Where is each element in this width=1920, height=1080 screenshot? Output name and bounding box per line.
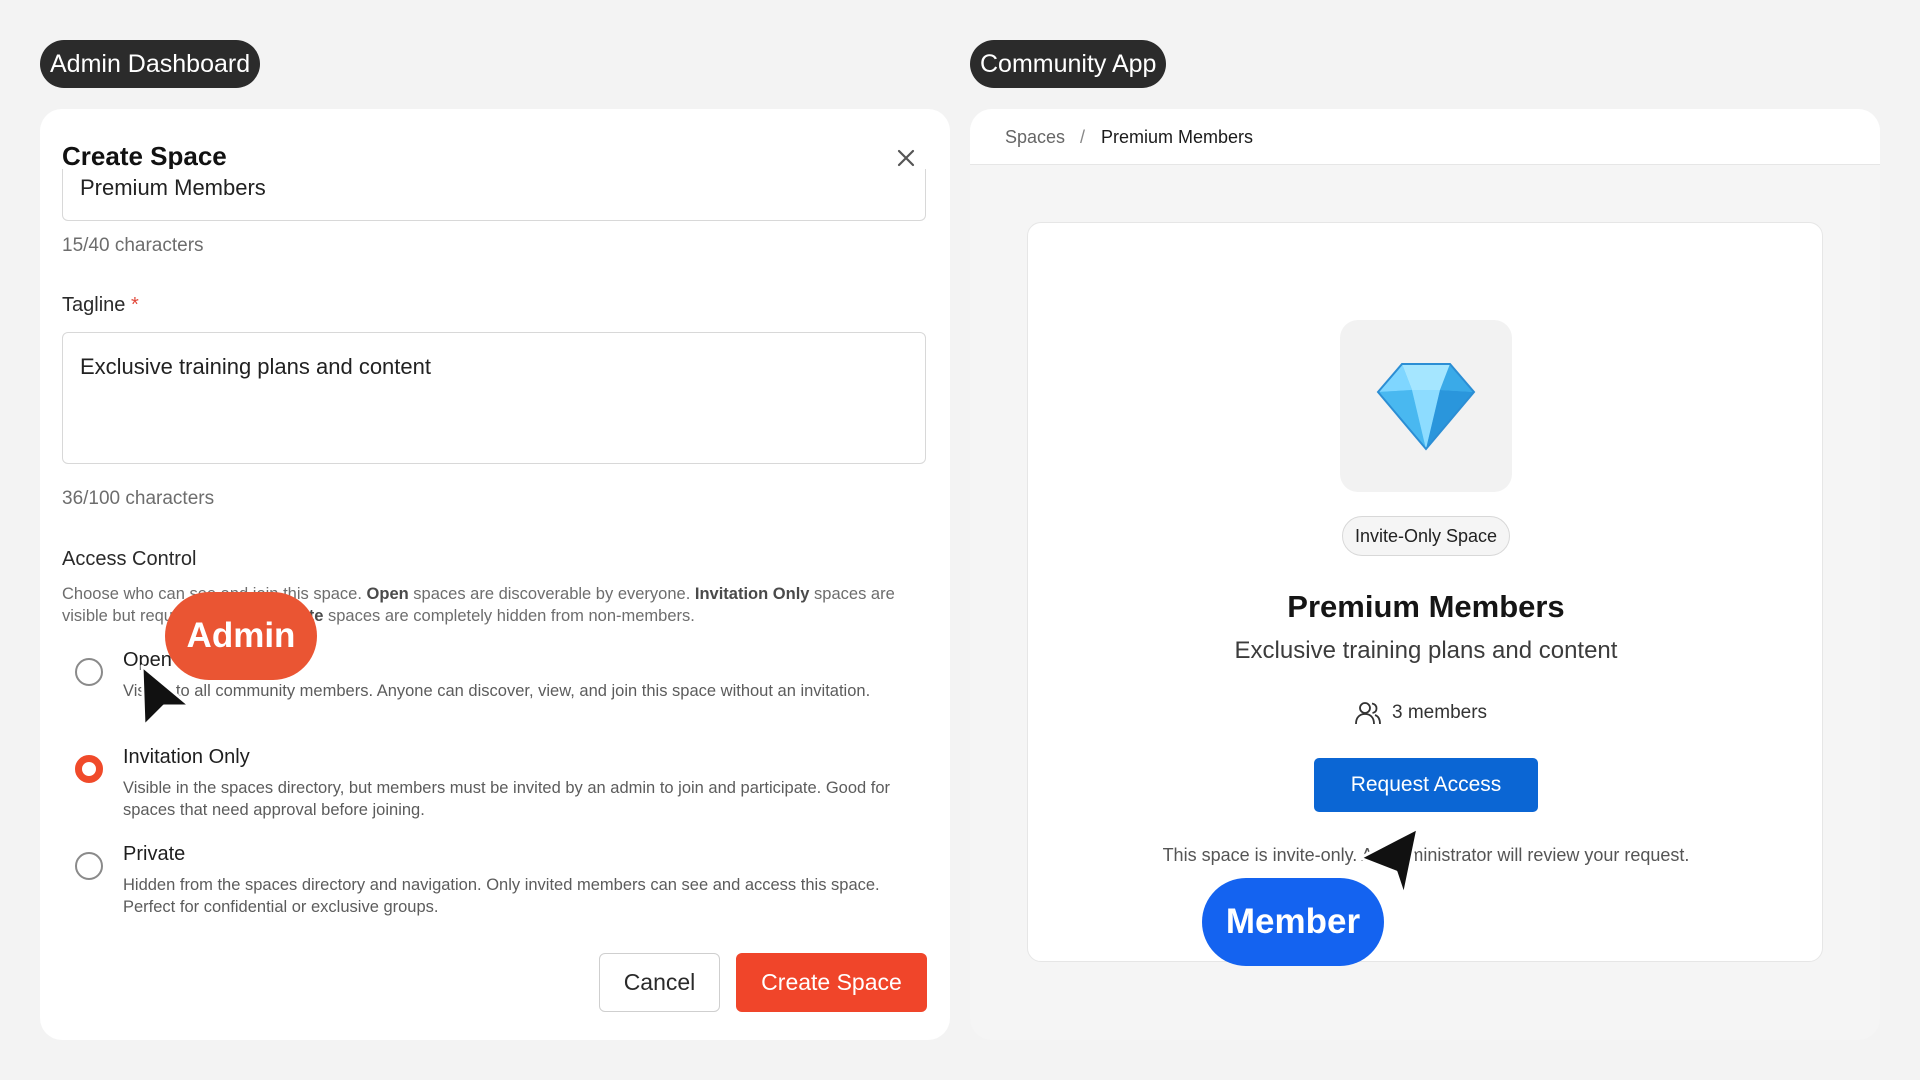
gem-icon <box>1376 363 1476 451</box>
tagline-label-text: Tagline <box>62 294 126 316</box>
name-char-count: 15/40 characters <box>62 235 204 256</box>
option-private-desc: Hidden from the spaces directory and nav… <box>123 876 880 916</box>
option-open-desc: Visible to all community members. Anyone… <box>123 682 871 700</box>
create-space-button[interactable]: Create Space <box>736 953 927 1012</box>
tagline-char-count: 36/100 characters <box>62 488 215 509</box>
create-space-dialog: Create Space Premium Members 15/40 chara… <box>40 109 950 1040</box>
breadcrumb-spaces[interactable]: Spaces <box>1005 127 1065 148</box>
space-icon-tile <box>1340 320 1512 492</box>
request-access-button[interactable]: Request Access <box>1314 758 1538 812</box>
users-icon <box>1355 702 1381 725</box>
option-private-title: Private <box>123 843 186 865</box>
member-role-bubble: Member <box>1202 878 1384 966</box>
access-desc-invite: Invitation Only <box>694 585 810 603</box>
breadcrumb-separator: / <box>1080 127 1086 147</box>
option-invitation-desc: Visible in the spaces directory, but mem… <box>123 779 891 819</box>
invite-only-badge: Invite-Only Space <box>1342 516 1510 556</box>
tagline-label: Tagline * <box>62 294 139 317</box>
admin-role-bubble: Admin <box>165 592 317 680</box>
breadcrumb-current: Premium Members <box>1101 127 1254 147</box>
access-control-label: Access Control <box>62 548 197 570</box>
access-desc-part: spaces are completely hidden from non-me… <box>323 607 695 625</box>
radio-invitation-only[interactable] <box>75 755 103 783</box>
member-count: 3 members <box>1354 698 1487 728</box>
community-app-label: Community App <box>970 40 1167 88</box>
community-app-view: Spaces / Premium Members Invite-Only Spa… <box>970 109 1880 1040</box>
cancel-button[interactable]: Cancel <box>599 953 720 1012</box>
space-name-input[interactable]: Premium Members <box>62 169 926 221</box>
admin-dashboard-label: Admin Dashboard <box>40 40 261 88</box>
access-desc-open: Open <box>366 585 409 603</box>
member-count-text: 3 members <box>1392 702 1488 723</box>
space-tagline: Exclusive training plans and content <box>1234 637 1618 664</box>
radio-private[interactable] <box>75 852 103 880</box>
radio-open[interactable] <box>75 658 103 686</box>
space-title: Premium Members <box>1287 589 1565 624</box>
dialog-title: Create Space <box>62 141 227 171</box>
tagline-textarea[interactable]: Exclusive training plans and content <box>62 332 926 464</box>
option-invitation-title: Invitation Only <box>123 746 250 768</box>
access-desc-part: spaces are discoverable by everyone. <box>408 585 695 603</box>
required-asterisk: * <box>130 294 139 316</box>
breadcrumb: Spaces / Premium Members <box>970 109 1880 165</box>
